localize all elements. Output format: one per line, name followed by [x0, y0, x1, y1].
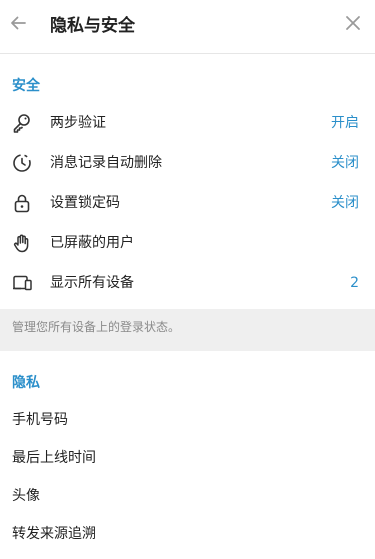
row-label: 已屏蔽的用户 — [50, 235, 134, 251]
row-phone-number[interactable]: 手机号码 — [0, 401, 375, 439]
arrow-left-icon — [8, 13, 28, 37]
row-label: 最后上线时间 — [12, 450, 96, 466]
row-label: 两步验证 — [50, 115, 106, 131]
status-value: 关闭 — [331, 195, 359, 211]
section-title-privacy: 隐私 — [12, 375, 40, 391]
row-auto-delete-messages[interactable]: 消息记录自动删除 关闭 — [0, 143, 375, 183]
timer-icon — [10, 152, 34, 174]
close-button[interactable] — [339, 11, 367, 39]
section-title-security: 安全 — [12, 78, 40, 94]
close-icon — [344, 14, 362, 36]
devices-note-band: 管理您所有设备上的登录状态。 — [0, 309, 375, 351]
key-icon — [10, 112, 34, 134]
status-value: 关闭 — [331, 155, 359, 171]
row-passcode-lock[interactable]: 设置锁定码 关闭 — [0, 183, 375, 223]
row-label: 消息记录自动删除 — [50, 155, 162, 171]
devices-icon — [10, 272, 34, 294]
device-count: 2 — [350, 275, 359, 291]
row-label: 显示所有设备 — [50, 275, 134, 291]
header-bar: 隐私与安全 — [0, 0, 375, 54]
row-forwarded-messages[interactable]: 转发来源追溯 — [0, 515, 375, 553]
row-label: 转发来源追溯 — [12, 526, 96, 542]
status-value: 开启 — [331, 115, 359, 131]
row-label: 头像 — [12, 488, 40, 504]
back-button[interactable] — [4, 11, 32, 39]
row-label: 手机号码 — [12, 412, 68, 428]
page-title: 隐私与安全 — [50, 16, 135, 36]
row-two-step-verification[interactable]: 两步验证 开启 — [0, 103, 375, 143]
row-show-all-devices[interactable]: 显示所有设备 2 — [0, 263, 375, 303]
row-last-seen[interactable]: 最后上线时间 — [0, 439, 375, 477]
lock-icon — [10, 192, 34, 214]
row-label: 设置锁定码 — [50, 195, 120, 211]
hand-icon — [10, 232, 34, 254]
row-blocked-users[interactable]: 已屏蔽的用户 — [0, 223, 375, 263]
devices-note: 管理您所有设备上的登录状态。 — [12, 320, 181, 334]
row-profile-photo[interactable]: 头像 — [0, 477, 375, 515]
